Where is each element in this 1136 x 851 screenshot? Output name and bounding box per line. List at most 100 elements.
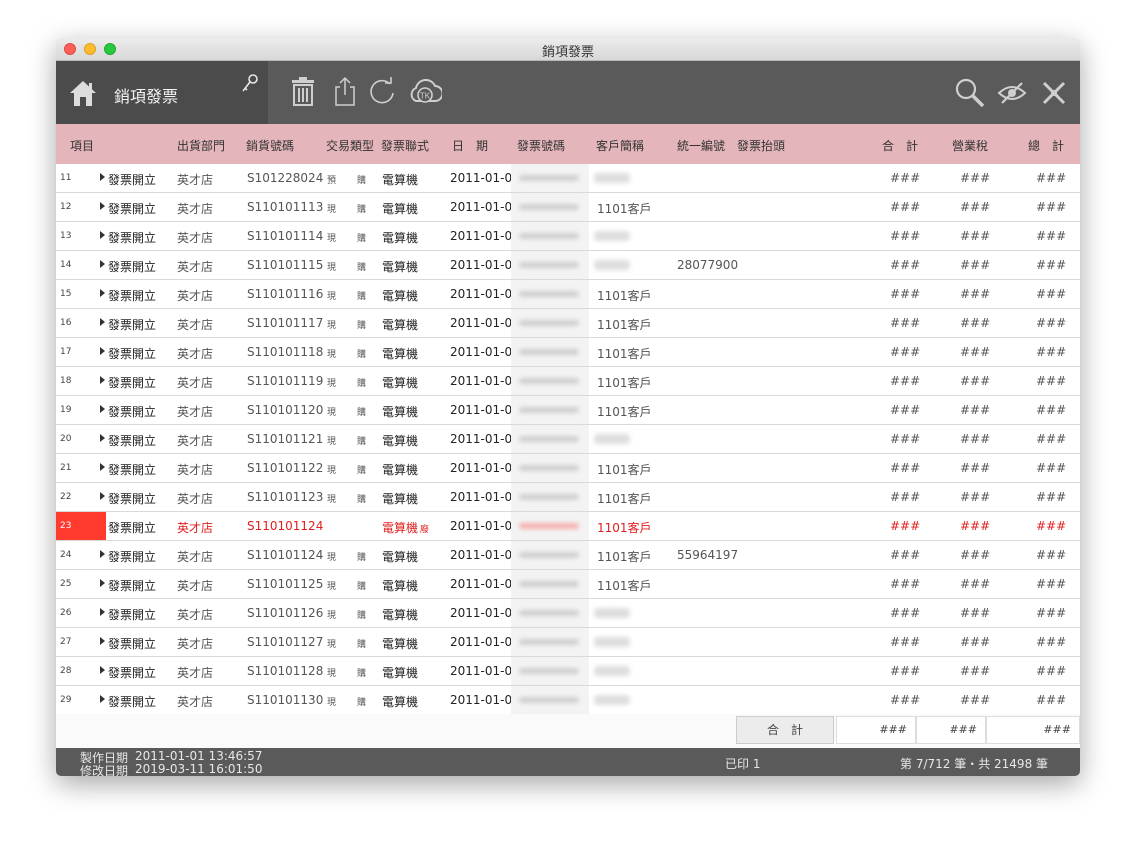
table-row[interactable]: 18 發票開立 英才店 S110101119 現 購 電算機 2011-01-01 1101客戶… [56,367,1080,396]
row-number[interactable]: 18 [56,367,106,395]
col-item[interactable]: 項目 [70,137,94,154]
row-number[interactable]: 22 [56,483,106,511]
disclosure-triangle-icon[interactable] [100,347,105,355]
col-tax[interactable]: 營業稅 [952,137,988,154]
col-invoice-no[interactable]: 發票號碼 [517,137,565,154]
table-row[interactable]: 21 發票開立 英才店 S110101122 現 購 電算機 2011-01-01 1101客戶… [56,454,1080,483]
col-subtotal[interactable]: 合 計 [882,137,918,154]
table-row[interactable]: 14 發票開立 英才店 S110101115 現 購 電算機 2011-01-01 280779… [56,251,1080,280]
col-date[interactable]: 日 期 [452,137,488,154]
trade-type-cell: 現 [327,321,337,331]
disclosure-triangle-icon[interactable] [100,695,105,703]
disclosure-triangle-icon[interactable] [100,550,105,558]
trade-type-cell: 現 [327,379,337,389]
col-customer[interactable]: 客戶簡稱 [596,137,644,154]
disclosure-triangle-icon[interactable] [100,637,105,645]
subtotal-cell: ### [890,374,921,388]
row-number[interactable]: 29 [56,686,106,714]
row-number[interactable]: 20 [56,425,106,453]
table-row[interactable]: 16 發票開立 英才店 S110101117 現 購 電算機 2011-01-01 1101客戶… [56,309,1080,338]
customer-cell: 1101客戶 [597,492,652,506]
search-icon[interactable] [954,77,986,109]
table-row[interactable]: 22 發票開立 英才店 S110101123 現 購 電算機 2011-01-01 1101客戶… [56,483,1080,512]
disclosure-triangle-icon[interactable] [100,463,105,471]
invoice-form-cell: 電算機 [382,579,419,593]
col-invoice-title[interactable]: 發票抬頭 [737,137,785,154]
disclosure-triangle-icon[interactable] [100,608,105,616]
total-cell: ### [1036,461,1067,475]
tax-cell: ### [960,316,991,330]
table-row[interactable]: 11 發票開立 英才店 S101228024 預 購 電算機 2011-01-01 ### ###… [56,164,1080,193]
dept-cell: 英才店 [177,347,214,361]
row-number[interactable]: 15 [56,280,106,308]
row-number[interactable]: 24 [56,541,106,569]
col-dept[interactable]: 出貨部門 [177,137,225,154]
col-invoice-form[interactable]: 發票聯式 [381,137,429,154]
trade-type-cell: 現 [327,553,337,563]
table-row[interactable]: 19 發票開立 英才店 S110101120 現 購 電算機 2011-01-01 1101客戶… [56,396,1080,425]
home-icon[interactable] [68,79,98,107]
table-row[interactable]: 26 發票開立 英才店 S110101126 現 購 電算機 2011-01-01 ### ###… [56,599,1080,628]
hide-icon[interactable] [996,79,1028,107]
disclosure-triangle-icon[interactable] [100,173,105,181]
table-row[interactable]: 29 發票開立 英才店 S110101130 現 購 電算機 2011-01-01 ### ###… [56,686,1080,715]
date-cell: 2011-01-01 [450,664,520,678]
item-cell: 發票開立 [108,289,157,303]
row-number[interactable]: 26 [56,599,106,627]
row-number[interactable]: 27 [56,628,106,656]
col-tax-id[interactable]: 統一編號 [677,137,725,154]
row-number[interactable]: 11 [56,164,106,192]
row-number[interactable]: 17 [56,338,106,366]
row-number[interactable]: 28 [56,657,106,685]
refresh-icon[interactable] [368,75,398,107]
disclosure-triangle-icon[interactable] [100,231,105,239]
disclosure-triangle-icon[interactable] [100,579,105,587]
col-sales-no[interactable]: 銷貨號碼 [246,137,294,154]
close-icon[interactable] [1040,79,1068,107]
item-cell: 發票開立 [108,579,157,593]
disclosure-triangle-icon[interactable] [100,289,105,297]
disclosure-triangle-icon[interactable] [100,434,105,442]
trade-type-cell: 現 [327,292,337,302]
table-row[interactable]: 13 發票開立 英才店 S110101114 現 購 電算機 2011-01-01 ### ###… [56,222,1080,251]
trash-icon[interactable] [290,75,316,107]
trade-kind-cell: 購 [357,466,367,476]
row-number[interactable]: 16 [56,309,106,337]
dept-cell: 英才店 [177,173,214,187]
dept-cell: 英才店 [177,289,214,303]
disclosure-triangle-icon[interactable] [100,492,105,500]
row-number[interactable]: 12 [56,193,106,221]
table-row[interactable]: 27 發票開立 英才店 S110101127 現 購 電算機 2011-01-01 ### ###… [56,628,1080,657]
date-cell: 2011-01-01 [450,606,520,620]
invoice-no-cell-redacted [511,599,589,627]
cloud-tk-icon[interactable]: TK [408,75,442,107]
table-row[interactable]: 23 發票開立 英才店 S110101124 電算機廢 2011-01-01 1101客戶 #… [56,512,1080,541]
table-row[interactable]: 15 發票開立 英才店 S110101116 現 購 電算機 2011-01-01 1101客戶… [56,280,1080,309]
row-number[interactable]: 21 [56,454,106,482]
tax-cell: ### [960,461,991,475]
share-icon[interactable] [332,75,358,107]
row-number[interactable]: 25 [56,570,106,598]
table-row[interactable]: 20 發票開立 英才店 S110101121 現 購 電算機 2011-01-01 ### ###… [56,425,1080,454]
disclosure-triangle-icon[interactable] [100,318,105,326]
table-row[interactable]: 12 發票開立 英才店 S110101113 現 購 電算機 2011-01-01 1101客戶… [56,193,1080,222]
row-number[interactable]: 14 [56,251,106,279]
key-icon[interactable] [240,73,260,95]
table-row[interactable]: 17 發票開立 英才店 S110101118 現 購 電算機 2011-01-01 1101客戶… [56,338,1080,367]
row-number[interactable]: 23 [56,512,106,540]
disclosure-triangle-icon[interactable] [100,202,105,210]
disclosure-triangle-icon[interactable] [100,376,105,384]
table-row[interactable]: 24 發票開立 英才店 S110101124 現 購 電算機 2011-01-01 1101客戶… [56,541,1080,570]
trade-type-cell: 現 [327,350,337,360]
col-trade-type[interactable]: 交易類型 [326,137,374,154]
home-block: 銷項發票 [56,61,268,124]
disclosure-triangle-icon[interactable] [100,666,105,674]
col-total[interactable]: 總 計 [1028,137,1064,154]
disclosure-triangle-icon[interactable] [100,405,105,413]
row-number[interactable]: 19 [56,396,106,424]
disclosure-triangle-icon[interactable] [100,260,105,268]
row-number[interactable]: 13 [56,222,106,250]
table-row[interactable]: 25 發票開立 英才店 S110101125 現 購 電算機 2011-01-01 1101客戶… [56,570,1080,599]
table-row[interactable]: 28 發票開立 英才店 S110101128 現 購 電算機 2011-01-01 ### ###… [56,657,1080,686]
customer-cell: 1101客戶 [597,376,652,390]
